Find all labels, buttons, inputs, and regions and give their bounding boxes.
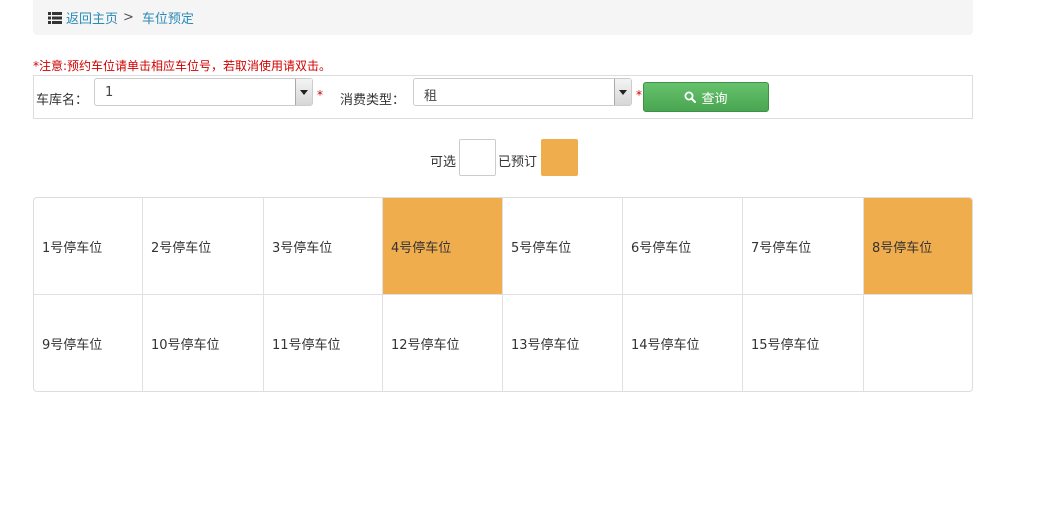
parking-slot[interactable]: 4号停车位 [383, 198, 503, 295]
legend-booked-swatch [541, 139, 578, 176]
legend-booked-label: 已预订 [498, 155, 538, 170]
chevron-down-icon[interactable] [614, 79, 631, 105]
garage-required-mark: * [317, 88, 323, 102]
legend-available-swatch [459, 139, 496, 176]
parking-slot[interactable]: 14号停车位 [623, 295, 743, 391]
parking-slot-grid: 1号停车位 2号停车位 3号停车位 4号停车位 5号停车位 6号停车位 7号停车位 8号停车位… [33, 197, 973, 392]
parking-slot[interactable]: 8号停车位 [864, 198, 972, 295]
list-icon [48, 11, 62, 24]
query-form: 车库名： 1 * 消费类型： 租 * 查询 [33, 75, 973, 119]
query-button-label: 查询 [701, 91, 728, 107]
type-required-mark: * [636, 88, 642, 102]
parking-slot[interactable]: 11号停车位 [264, 295, 383, 391]
parking-slot[interactable]: 15号停车位 [743, 295, 864, 391]
parking-slot[interactable]: 7号停车位 [743, 198, 864, 295]
slot-legend: 可选 已预订 [0, 139, 1044, 177]
query-button[interactable]: 查询 [643, 82, 769, 112]
type-label: 消费类型： [340, 93, 406, 108]
type-select[interactable]: 租 [413, 78, 632, 106]
parking-slot[interactable] [864, 295, 972, 391]
type-select-value: 租 [424, 89, 438, 104]
parking-slot[interactable]: 10号停车位 [143, 295, 264, 391]
parking-slot[interactable]: 12号停车位 [383, 295, 503, 391]
home-link[interactable]: 返回主页 [66, 8, 118, 27]
search-icon [684, 91, 697, 103]
parking-slot[interactable]: 2号停车位 [143, 198, 264, 295]
garage-select-value: 1 [105, 85, 114, 100]
parking-slot[interactable]: 5号停车位 [503, 198, 623, 295]
parking-slot[interactable]: 3号停车位 [264, 198, 383, 295]
chevron-down-icon[interactable] [295, 79, 312, 105]
breadcrumb: 返回主页 > 车位预定 [33, 0, 973, 35]
breadcrumb-current[interactable]: 车位预定 [142, 8, 194, 27]
garage-label: 车库名： [36, 93, 89, 108]
parking-slot[interactable]: 6号停车位 [623, 198, 743, 295]
legend-available-label: 可选 [430, 155, 457, 170]
parking-slot[interactable]: 1号停车位 [34, 198, 143, 295]
parking-slot[interactable]: 9号停车位 [34, 295, 143, 391]
parking-slot[interactable]: 13号停车位 [503, 295, 623, 391]
garage-select[interactable]: 1 [94, 78, 313, 106]
breadcrumb-separator: > [123, 10, 134, 25]
booking-notice: *注意:预约车位请单击相应车位号，若取消使用请双击。 [33, 59, 332, 73]
